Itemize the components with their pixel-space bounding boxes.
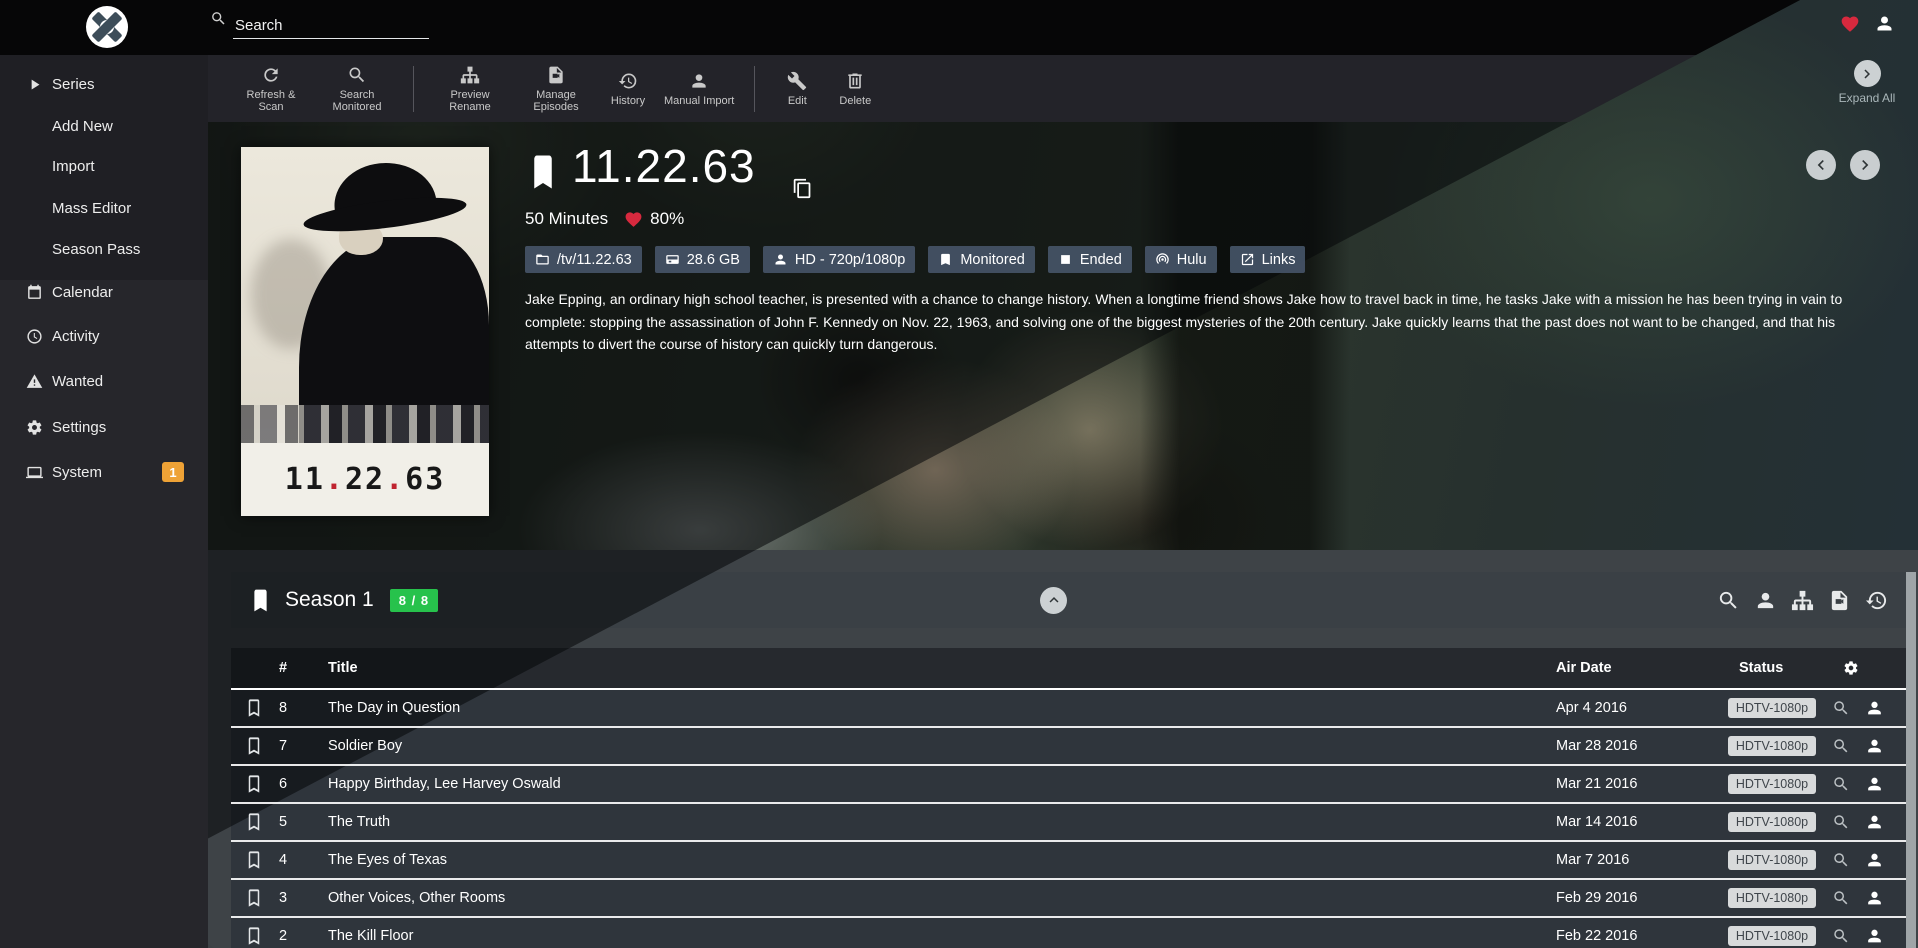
- vertical-scrollbar[interactable]: [1906, 572, 1916, 948]
- episode-quality-badge: HDTV-1080p: [1728, 736, 1816, 756]
- sonarr-series-detail-page: Refresh & ScanSearch MonitoredPreview Re…: [0, 0, 1918, 948]
- episode-number: 5: [271, 814, 295, 830]
- episode-row-3: 3 Other Voices, Other Rooms Feb 29 2016 HDT…: [231, 880, 1906, 918]
- episode-quality-badge: HDTV-1080p: [1728, 774, 1816, 794]
- episode-air-date: Mar 14 2016: [1556, 814, 1637, 830]
- episode-row-4: 4 The Eyes of Texas Mar 7 2016 HDTV-1080p: [231, 842, 1906, 880]
- episode-details-icon[interactable]: [1865, 737, 1884, 756]
- magnify-icon: [1832, 775, 1850, 793]
- magnify-icon: [1832, 927, 1850, 945]
- episode-search-icon[interactable]: [1832, 889, 1850, 907]
- episode-search-icon[interactable]: [1832, 775, 1850, 793]
- magnify-icon: [1832, 737, 1850, 755]
- episode-title[interactable]: The Truth: [328, 814, 390, 830]
- episode-monitored-bookmark-icon[interactable]: [245, 735, 263, 758]
- episode-monitored-bookmark-icon[interactable]: [245, 887, 263, 910]
- episode-row-6: 6 Happy Birthday, Lee Harvey Oswald Mar 21…: [231, 766, 1906, 804]
- episode-monitored-bookmark-icon[interactable]: [245, 773, 263, 796]
- episode-search-icon[interactable]: [1832, 737, 1850, 755]
- episode-details-icon[interactable]: [1865, 775, 1884, 794]
- bookmark-outline-icon: [245, 811, 263, 834]
- episode-air-date: Mar 7 2016: [1556, 852, 1629, 868]
- magnify-icon: [1832, 813, 1850, 831]
- episode-title[interactable]: Happy Birthday, Lee Harvey Oswald: [328, 776, 561, 792]
- episode-row-5: 5 The Truth Mar 14 2016 HDTV-1080p: [231, 804, 1906, 842]
- episode-row-8: 8 The Day in Question Apr 4 2016 HDTV-1080p: [231, 690, 1906, 728]
- magnify-icon: [1832, 889, 1850, 907]
- episode-air-date: Mar 21 2016: [1556, 776, 1637, 792]
- episode-number: 2: [271, 928, 295, 944]
- episode-details-icon[interactable]: [1865, 851, 1884, 870]
- account-icon: [1865, 927, 1884, 946]
- episode-quality-badge: HDTV-1080p: [1728, 698, 1816, 718]
- episode-air-date: Feb 22 2016: [1556, 928, 1637, 944]
- episode-title[interactable]: Other Voices, Other Rooms: [328, 890, 505, 906]
- episode-number: 4: [271, 852, 295, 868]
- bookmark-outline-icon: [245, 773, 263, 796]
- episode-details-icon[interactable]: [1865, 699, 1884, 718]
- episode-monitored-bookmark-icon[interactable]: [245, 925, 263, 948]
- episode-air-date: Mar 28 2016: [1556, 738, 1637, 754]
- episode-rows: 8 The Day in Question Apr 4 2016 HDTV-1080p…: [0, 0, 1918, 948]
- episode-monitored-bookmark-icon[interactable]: [245, 811, 263, 834]
- account-icon: [1865, 699, 1884, 718]
- bookmark-outline-icon: [245, 735, 263, 758]
- account-icon: [1865, 813, 1884, 832]
- episode-search-icon[interactable]: [1832, 699, 1850, 717]
- episode-quality-badge: HDTV-1080p: [1728, 926, 1816, 946]
- episode-title[interactable]: The Kill Floor: [328, 928, 413, 944]
- episode-search-icon[interactable]: [1832, 927, 1850, 945]
- episode-number: 8: [271, 700, 295, 716]
- episode-air-date: Apr 4 2016: [1556, 700, 1627, 716]
- episode-details-icon[interactable]: [1865, 927, 1884, 946]
- bookmark-outline-icon: [245, 887, 263, 910]
- episode-monitored-bookmark-icon[interactable]: [245, 697, 263, 720]
- episode-quality-badge: HDTV-1080p: [1728, 812, 1816, 832]
- magnify-icon: [1832, 699, 1850, 717]
- bookmark-outline-icon: [245, 925, 263, 948]
- episode-title[interactable]: The Eyes of Texas: [328, 852, 447, 868]
- episode-quality-badge: HDTV-1080p: [1728, 888, 1816, 908]
- episode-number: 6: [271, 776, 295, 792]
- episode-row-7: 7 Soldier Boy Mar 28 2016 HDTV-1080p: [231, 728, 1906, 766]
- account-icon: [1865, 775, 1884, 794]
- episode-number: 3: [271, 890, 295, 906]
- episode-details-icon[interactable]: [1865, 889, 1884, 908]
- account-icon: [1865, 851, 1884, 870]
- episode-details-icon[interactable]: [1865, 813, 1884, 832]
- episode-search-icon[interactable]: [1832, 813, 1850, 831]
- account-icon: [1865, 737, 1884, 756]
- episode-row-2: 2 The Kill Floor Feb 22 2016 HDTV-1080p: [231, 918, 1906, 948]
- bookmark-outline-icon: [245, 849, 263, 872]
- episode-quality-badge: HDTV-1080p: [1728, 850, 1816, 870]
- episode-air-date: Feb 29 2016: [1556, 890, 1637, 906]
- episode-monitored-bookmark-icon[interactable]: [245, 849, 263, 872]
- episode-number: 7: [271, 738, 295, 754]
- episode-title[interactable]: The Day in Question: [328, 700, 460, 716]
- episode-title[interactable]: Soldier Boy: [328, 738, 402, 754]
- magnify-icon: [1832, 851, 1850, 869]
- account-icon: [1865, 889, 1884, 908]
- bookmark-outline-icon: [245, 697, 263, 720]
- episode-search-icon[interactable]: [1832, 851, 1850, 869]
